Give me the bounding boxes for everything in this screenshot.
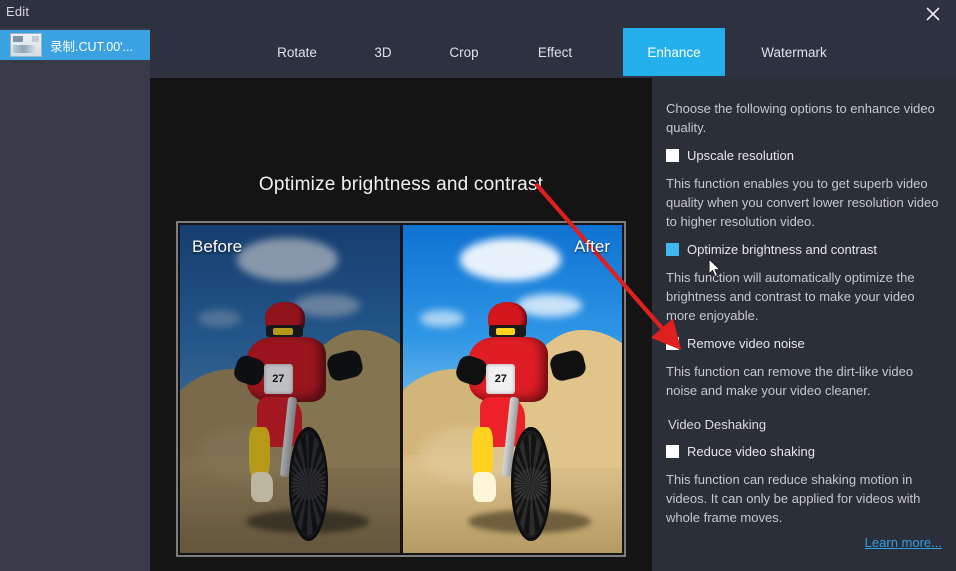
main-canvas: Optimize brightness and contrast 27 Befo… [150, 78, 652, 571]
preview-before-image: 27 Before [180, 225, 400, 553]
menu-item-edit[interactable]: Edit [6, 4, 29, 19]
close-button[interactable] [910, 0, 956, 28]
option-label-remove-video-noise: Remove video noise [687, 336, 805, 351]
close-icon [926, 7, 940, 21]
tab-bar: Rotate 3D Crop Effect Enhance Watermark [150, 28, 956, 78]
before-after-preview: 27 Before 27 After [176, 221, 626, 557]
option-description-remove-video-noise: This function can remove the dirt-like v… [666, 364, 914, 398]
page-title: Optimize brightness and contrast [258, 174, 544, 195]
rider-figure: 27 [451, 297, 588, 546]
section-title-video-deshaking: Video Deshaking [668, 417, 767, 432]
option-optimize-brightness-contrast[interactable]: Optimize brightness and contrast [666, 241, 942, 258]
checkbox-upscale-resolution[interactable] [666, 149, 679, 162]
preview-label-before: Before [192, 237, 243, 256]
option-upscale-resolution[interactable]: Upscale resolution [666, 147, 942, 164]
sidebar: 录制.CUT.00'... [0, 28, 150, 571]
option-description-upscale-resolution: This function enables you to get superb … [666, 176, 939, 229]
option-label-optimize-brightness-contrast: Optimize brightness and contrast [687, 242, 878, 257]
bike-number: 27 [486, 364, 516, 395]
checkbox-optimize-brightness-contrast[interactable] [666, 243, 679, 256]
option-reduce-video-shaking[interactable]: Reduce video shaking [666, 443, 942, 460]
tab-3d[interactable]: 3D [353, 28, 413, 76]
checkbox-remove-video-noise[interactable] [666, 337, 679, 350]
tab-effect[interactable]: Effect [515, 28, 595, 76]
tab-enhance[interactable]: Enhance [623, 28, 725, 76]
option-label-reduce-video-shaking: Reduce video shaking [687, 444, 815, 459]
tab-rotate[interactable]: Rotate [257, 28, 337, 76]
preview-label-after: After [574, 237, 610, 256]
video-thumbnail-icon [10, 33, 42, 57]
tab-watermark[interactable]: Watermark [741, 28, 847, 76]
option-label-upscale-resolution: Upscale resolution [687, 148, 794, 163]
preview-after-image: 27 After [402, 225, 622, 553]
learn-more-link[interactable]: Learn more... [865, 535, 942, 550]
sidebar-item-video-clip[interactable]: 录制.CUT.00'... [0, 30, 150, 60]
option-remove-video-noise[interactable]: Remove video noise [666, 335, 942, 352]
option-description-reduce-video-shaking: This function can reduce shaking motion … [666, 472, 921, 525]
checkbox-reduce-video-shaking[interactable] [666, 445, 679, 458]
tab-crop[interactable]: Crop [429, 28, 499, 76]
sidebar-item-label: 录制.CUT.00'... [50, 39, 133, 54]
enhance-options-panel: Choose the following options to enhance … [652, 78, 956, 571]
title-bar: Edit [0, 0, 956, 28]
option-description-optimize-brightness-contrast: This function will automatically optimiz… [666, 270, 915, 323]
panel-intro-text: Choose the following options to enhance … [666, 101, 935, 135]
